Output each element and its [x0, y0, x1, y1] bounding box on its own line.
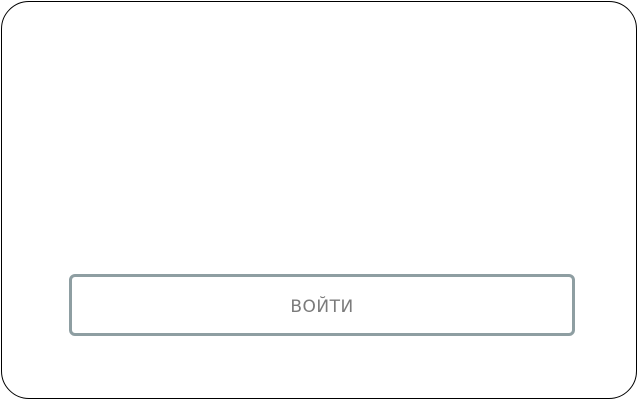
login-button[interactable]: ВОЙТИ [69, 274, 575, 336]
login-card: ВОЙТИ [1, 1, 637, 399]
login-button-label: ВОЙТИ [290, 297, 354, 317]
